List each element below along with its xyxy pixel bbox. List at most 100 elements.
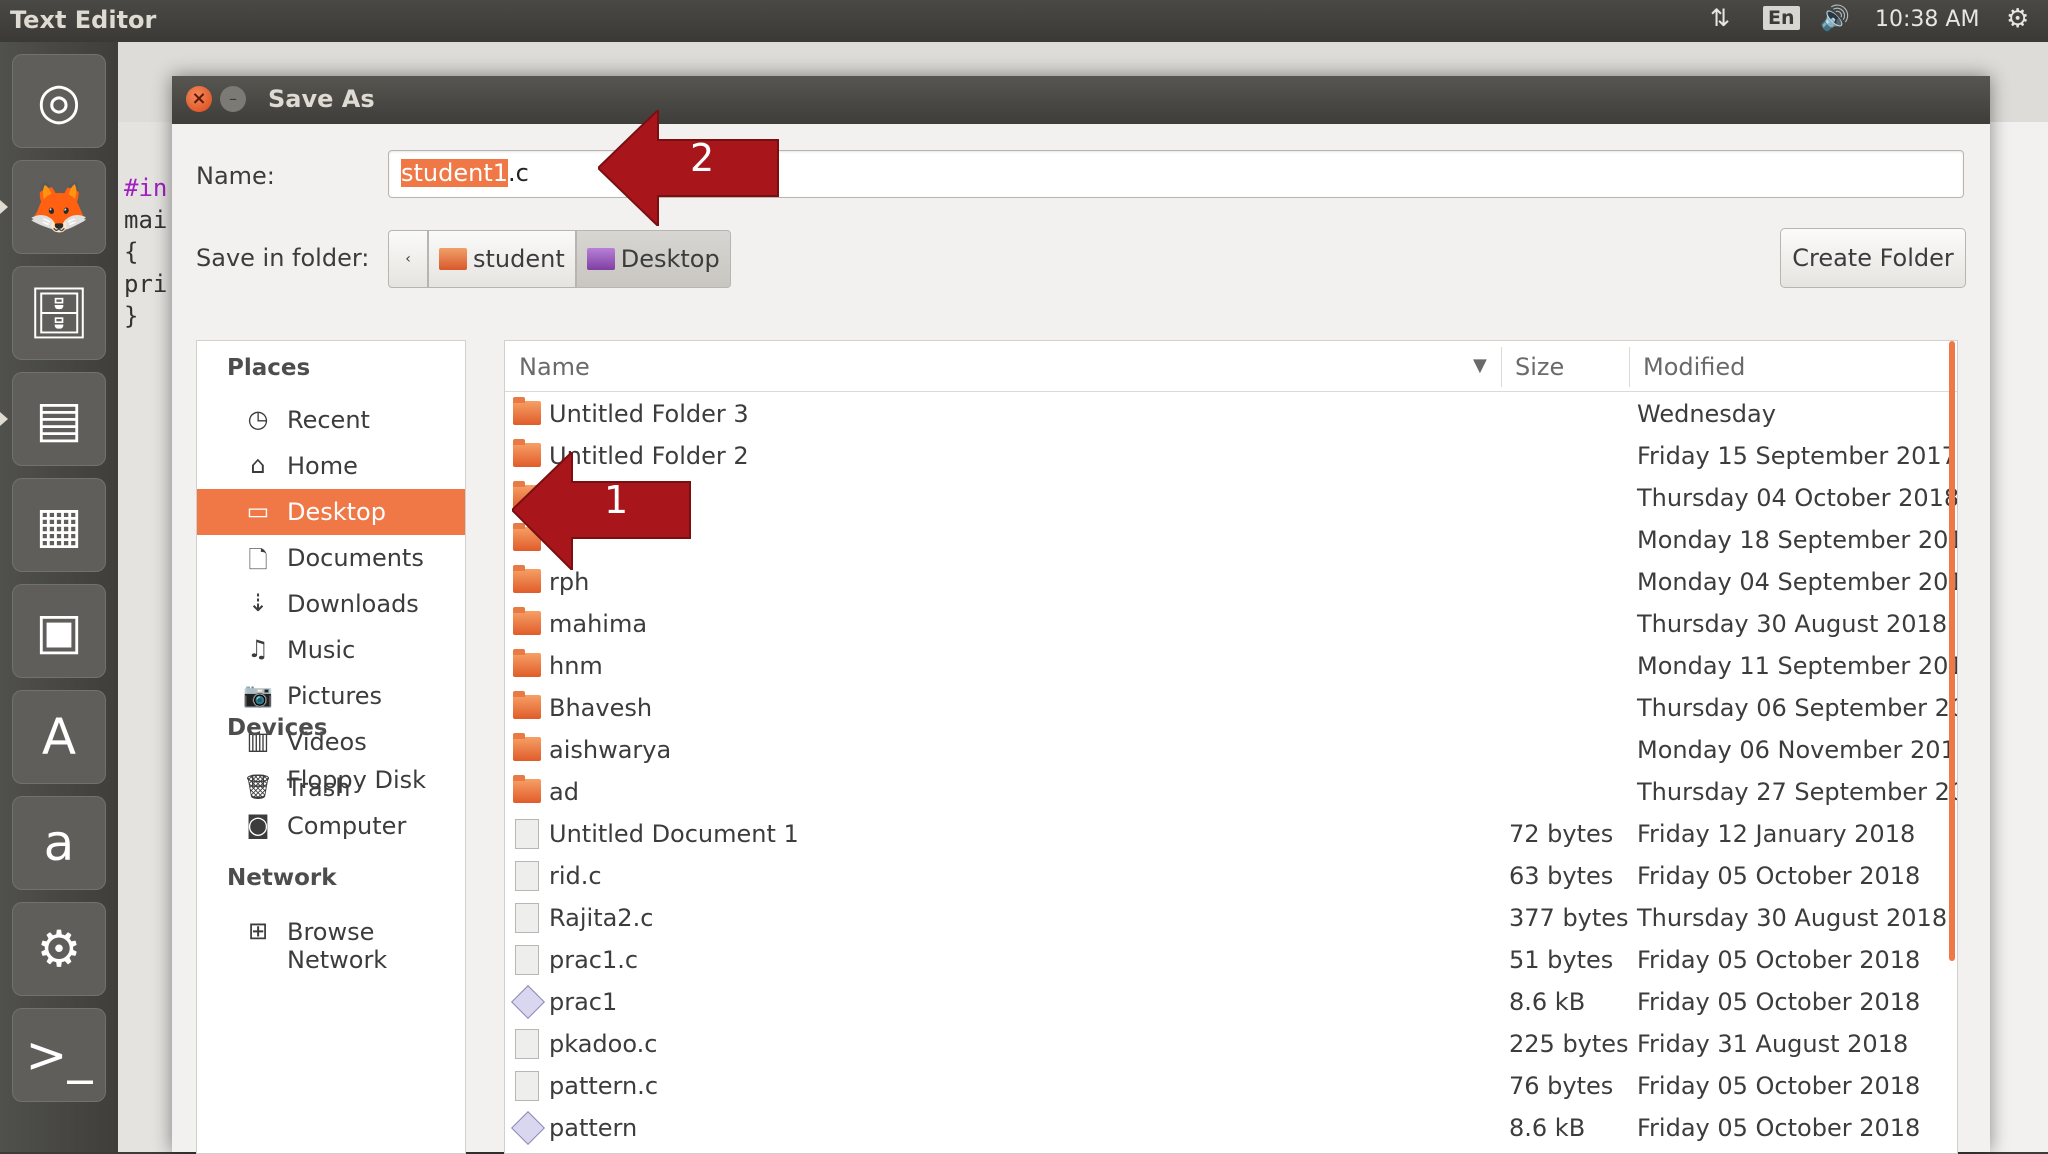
sidebar-item-label: Pictures [287,682,383,710]
code-line: } [124,302,139,330]
close-button[interactable]: × [186,86,212,112]
desktop-folder-icon [586,248,615,270]
file-modified: Friday 05 October 2018 [1637,862,1921,890]
column-divider [1501,347,1502,387]
sidebar-item-music[interactable]: ♫ Music [197,627,465,673]
file-name: rph [549,568,590,596]
sidebar-item-label: Recent [287,406,370,434]
path-back-button[interactable]: ‹ [388,230,428,288]
file-list-header: Name ▼ Size Modified [505,341,1957,392]
text-file-icon [515,1029,539,1059]
calc-icon: ▦ [35,496,83,554]
create-folder-button[interactable]: Create Folder [1780,228,1966,288]
text-file-icon [515,819,539,849]
launcher-amazon-button[interactable]: a [12,796,106,890]
files-icon: 🗄 [27,283,91,342]
file-row[interactable]: ad Thursday 27 September 2018 [505,771,1957,813]
file-name: hnm [549,652,603,680]
path-bar: ‹ student Desktop [388,230,731,288]
launcher-dash-button[interactable]: ◎ [12,54,106,148]
folder-icon [513,733,541,761]
sidebar-item-browse-network[interactable]: ⊞ Browse Network [197,909,465,974]
folder-icon [513,691,541,719]
launcher-writer-button[interactable]: ▤ [12,372,106,466]
file-size: 72 bytes [1509,820,1614,848]
dash-icon: ◎ [37,72,81,130]
file-name: rid.c [549,862,602,890]
column-header-size[interactable]: Size [1515,353,1564,381]
launcher-files-button[interactable]: 🗄 [12,266,106,360]
sidebar-item-recent[interactable]: ◷ Recent [197,397,465,443]
file-row[interactable]: rid.c 63 bytes Friday 05 October 2018 [505,855,1945,897]
clock[interactable]: 10:38 AM [1875,7,1979,32]
sidebar-item-pictures[interactable]: 📷 Pictures [197,673,465,719]
column-header-name[interactable]: Name [519,353,590,381]
sidebar-item-documents[interactable]: 🗋 Documents [197,535,465,581]
file-name: mahima [549,610,648,638]
file-modified: Thursday 27 September 2018 [1637,778,1957,806]
file-row[interactable]: pattern 8.6 kB Friday 05 October 2018 [505,1107,1945,1149]
file-row[interactable]: prac1 8.6 kB Friday 05 October 2018 [505,981,1945,1023]
network-icon[interactable]: ⇅ [1710,4,1730,32]
column-header-modified[interactable]: Modified [1643,353,1745,381]
session-gear-icon[interactable]: ⚙ [2006,4,2029,34]
sort-descending-icon[interactable]: ▼ [1473,355,1487,376]
sidebar-item-desktop[interactable]: ▭ Desktop [197,489,465,535]
home-folder-icon [439,248,467,270]
text-file-icon [515,1071,539,1101]
file-row[interactable]: derThursday 04 October 2018 [505,477,1957,519]
editor-code[interactable]: #in mai {pri} [124,172,167,332]
scrollbar[interactable] [1949,341,1955,961]
file-row[interactable]: Untitled Folder 2 Friday 15 September 201… [505,435,1957,477]
launcher-firefox-button[interactable]: 🦊 [12,160,106,254]
path-button-desktop[interactable]: Desktop [575,230,731,288]
name-label: Name: [196,162,275,190]
sidebar-item-floppy-disk[interactable]: ▫ Floppy Disk [197,757,465,803]
path-button-label: Desktop [620,245,720,273]
dialog-title: Save As [268,85,375,113]
file-row[interactable]: pattern.c 76 bytes Friday 05 October 2018 [505,1065,1945,1107]
file-row[interactable]: mahima Thursday 30 August 2018 [505,603,1947,645]
pictures-icon: 📷 [243,681,273,709]
file-row[interactable]: bMonday 18 September 2017 [505,519,1957,561]
home-icon: ⌂ [250,451,266,479]
save-as-dialog: × – Save As Name: student1.c Save in fol… [172,76,1990,1154]
launcher-impress-button[interactable]: ▣ [12,584,106,678]
file-row[interactable]: Bhavesh Thursday 06 September 2018 [505,687,1957,729]
file-modified: Monday 06 November 2017 [1637,736,1958,764]
sidebar-item-label: Home [287,452,358,480]
sidebar-item-label: Browse Network [287,918,388,974]
file-modified: Friday 15 September 2017 [1637,442,1957,470]
volume-icon[interactable]: 🔊 [1820,4,1850,32]
file-row[interactable]: hnm Monday 11 September 2017 [505,645,1957,687]
dialog-titlebar[interactable]: × – Save As [172,76,1990,124]
file-row[interactable]: Untitled Document 1 72 bytes Friday 12 Jan… [505,813,1945,855]
file-size: 225 bytes [1509,1030,1629,1058]
file-size: 8.6 kB [1509,988,1586,1016]
file-row[interactable]: aishwarya Monday 06 November 2017 [505,729,1957,771]
path-button-student[interactable]: student [428,230,576,288]
annotation-arrow-1 [512,452,691,570]
keyboard-layout-indicator[interactable]: En [1763,6,1800,30]
file-modified: Monday 04 September 2017 [1637,568,1958,596]
sidebar-item-computer[interactable]: ◙ Computer [197,803,465,849]
file-row[interactable]: prac1.c 51 bytes Friday 05 October 2018 [505,939,1945,981]
file-name: Untitled Folder 3 [549,400,749,428]
file-row[interactable]: pkadoo.c 225 bytes Friday 31 August 2018 [505,1023,1945,1065]
folder-icon [513,565,541,593]
sidebar-item-label: Floppy Disk [287,766,427,794]
text-file-icon [515,945,539,975]
launcher-calc-button[interactable]: ▦ [12,478,106,572]
launcher-system-settings-button[interactable]: ⚙ [12,902,106,996]
sidebar-item-home[interactable]: ⌂ Home [197,443,465,489]
file-row[interactable]: Untitled Folder 3 Wednesday [505,393,1945,435]
launcher: ◎ 🦊 🗄 ▤ ▦ ▣ Aa ⚙ >_ [0,42,118,1152]
sidebar-item-downloads[interactable]: ⇣ Downloads [197,581,465,627]
minimize-button[interactable]: – [220,86,246,112]
path-button-label: student [473,245,565,273]
launcher-software-center-button[interactable]: A [12,690,106,784]
file-row[interactable]: Rajita2.c 377 bytes Thursday 30 August 201… [505,897,1947,939]
launcher-terminal-button[interactable]: >_ [12,1008,106,1102]
floppy-disk-icon: ▫ [249,765,267,793]
file-row[interactable]: rph Monday 04 September 2017 [505,561,1957,603]
